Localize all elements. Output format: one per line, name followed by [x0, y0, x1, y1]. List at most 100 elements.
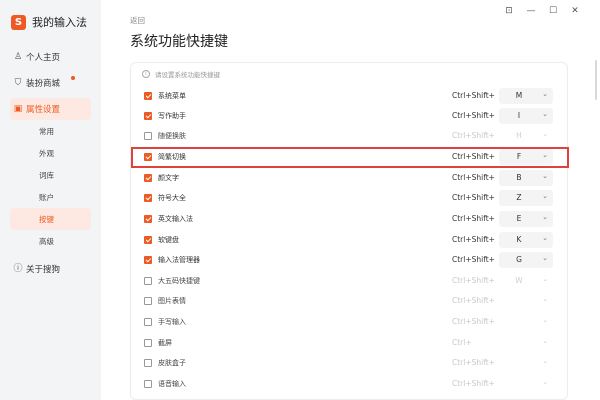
- key-select[interactable]: M ⌄: [499, 88, 553, 104]
- shortcut-checkbox[interactable]: [144, 92, 152, 100]
- scrollbar[interactable]: [595, 60, 597, 100]
- shortcut-label: 手写输入: [158, 318, 186, 326]
- shortcut-label: 写作助手: [158, 112, 186, 120]
- shortcut-modifier: Ctrl+Shift+: [452, 317, 495, 326]
- key-select[interactable]: ⌄: [499, 335, 553, 351]
- shortcut-row: 图片表情 Ctrl+Shift+ ⌄: [130, 292, 568, 312]
- chevron-down-icon: ⌄: [542, 130, 548, 138]
- minimize-icon[interactable]: —: [520, 4, 542, 18]
- shirt-icon: ⛉: [14, 78, 22, 88]
- shortcut-label: 系统菜单: [158, 92, 186, 100]
- key-select[interactable]: H ⌄: [499, 128, 553, 144]
- shortcut-label: 随便换肤: [158, 132, 186, 140]
- chevron-down-icon: ⌄: [542, 337, 548, 345]
- key-select[interactable]: ⌄: [499, 376, 553, 392]
- shortcut-label: 输入法管理器: [158, 256, 200, 264]
- close-icon[interactable]: ✕: [564, 4, 586, 18]
- app-title: 我的输入法: [32, 16, 87, 29]
- shortcut-checkbox[interactable]: [144, 339, 152, 347]
- window-controls: ⊡ — ☐ ✕: [498, 4, 586, 18]
- highlight-box: [131, 147, 569, 168]
- shortcut-modifier: Ctrl+Shift+: [452, 111, 495, 120]
- shortcut-row: 系统菜单 Ctrl+Shift+ M ⌄: [130, 87, 568, 107]
- sidebar: S 我的输入法 ♙ 个人主页 ⛉ 装扮商城 ▣ 属性设置 常用 外观 词库 账户…: [0, 0, 101, 400]
- sidebar-subitem-account[interactable]: 账户: [10, 186, 91, 208]
- key-value: E: [516, 214, 522, 223]
- shortcut-checkbox[interactable]: [144, 256, 152, 264]
- shortcut-checkbox[interactable]: [144, 174, 152, 182]
- key-select[interactable]: W ⌄: [499, 273, 553, 289]
- key-select[interactable]: ⌄: [499, 314, 553, 330]
- shortcut-row: 随便换肤 Ctrl+Shift+ H ⌄: [130, 127, 568, 147]
- chevron-down-icon: ⌄: [542, 275, 548, 283]
- brand: S 我的输入法: [11, 14, 87, 30]
- page-title: 系统功能快捷键: [130, 34, 228, 50]
- shortcut-label: 颜文字: [158, 174, 179, 182]
- chevron-down-icon: ⌄: [542, 316, 548, 324]
- sidebar-item-label: 关于搜狗: [26, 265, 61, 275]
- user-icon: ♙: [13, 52, 23, 62]
- chevron-down-icon: ⌄: [542, 90, 548, 98]
- shortcut-modifier: Ctrl+Shift+: [452, 255, 495, 264]
- shortcut-row: 软键盘 Ctrl+Shift+ K ⌄: [130, 231, 568, 251]
- chevron-down-icon: ⌄: [542, 172, 548, 180]
- sidebar-subitem-advanced[interactable]: 高级: [10, 230, 91, 252]
- key-select[interactable]: B ⌄: [499, 170, 553, 186]
- bulb-icon: i: [142, 70, 150, 78]
- shortcut-modifier: Ctrl+Shift+: [452, 91, 495, 100]
- sidebar-item-label: 属性设置: [26, 105, 61, 115]
- shortcut-modifier: Ctrl+Shift+: [452, 214, 495, 223]
- shortcut-checkbox[interactable]: [144, 132, 152, 140]
- key-select[interactable]: ⌄: [499, 355, 553, 371]
- shortcut-checkbox[interactable]: [144, 359, 152, 367]
- shortcut-checkbox[interactable]: [144, 277, 152, 285]
- chevron-down-icon: ⌄: [542, 192, 548, 200]
- shortcut-row: 符号大全 Ctrl+Shift+ Z ⌄: [130, 189, 568, 209]
- key-select[interactable]: Z ⌄: [499, 190, 553, 206]
- shortcut-checkbox[interactable]: [144, 112, 152, 120]
- sidebar-item-profile[interactable]: ♙ 个人主页: [10, 46, 91, 68]
- shortcut-checkbox[interactable]: [144, 380, 152, 388]
- shortcut-label: 大五码快捷键: [158, 277, 200, 285]
- key-value: M: [515, 91, 523, 100]
- shortcut-checkbox[interactable]: [144, 236, 152, 244]
- shortcut-label: 语音输入: [158, 380, 186, 388]
- shortcut-row: 输入法管理器 Ctrl+Shift+ G ⌄: [130, 251, 568, 271]
- shortcut-label: 英文输入法: [158, 215, 193, 223]
- shortcut-checkbox[interactable]: [144, 318, 152, 326]
- key-select[interactable]: E ⌄: [499, 211, 553, 227]
- shortcut-checkbox[interactable]: [144, 215, 152, 223]
- shortcut-checkbox[interactable]: [144, 194, 152, 202]
- key-value: K: [516, 235, 522, 244]
- sidebar-item-label: 装扮商城: [26, 79, 61, 89]
- sidebar-subitem-appearance[interactable]: 外观: [10, 142, 91, 164]
- chevron-down-icon: ⌄: [542, 234, 548, 242]
- shortcut-modifier: Ctrl+Shift+: [452, 379, 495, 388]
- key-select[interactable]: I ⌄: [499, 108, 553, 124]
- notification-dot: [71, 76, 75, 80]
- key-value: B: [516, 173, 522, 182]
- sidebar-subitem-common[interactable]: 常用: [10, 120, 91, 142]
- chevron-down-icon: ⌄: [542, 254, 548, 262]
- key-select[interactable]: G ⌄: [499, 252, 553, 268]
- sidebar-item-store[interactable]: ⛉ 装扮商城: [10, 72, 91, 94]
- shortcut-modifier: Ctrl+Shift+: [452, 235, 495, 244]
- maximize-icon[interactable]: ☐: [542, 4, 564, 18]
- shortcut-checkbox[interactable]: [144, 297, 152, 305]
- back-link[interactable]: 返回: [130, 15, 145, 26]
- sidebar-subitem-dictionary[interactable]: 词库: [10, 164, 91, 186]
- shortcut-label: 图片表情: [158, 297, 186, 305]
- sidebar-item-about[interactable]: ⓘ 关于搜狗: [10, 258, 91, 280]
- key-select[interactable]: K ⌄: [499, 232, 553, 248]
- shortcut-label: 软键盘: [158, 236, 179, 244]
- shortcut-modifier: Ctrl+Shift+: [452, 131, 495, 140]
- settings-icon: ▣: [13, 104, 23, 114]
- shortcut-modifier: Ctrl+Shift+: [452, 193, 495, 202]
- sidebar-item-settings[interactable]: ▣ 属性设置: [10, 98, 91, 120]
- pin-icon[interactable]: ⊡: [498, 4, 520, 18]
- shortcut-row: 颜文字 Ctrl+Shift+ B ⌄: [130, 169, 568, 189]
- key-value: Z: [516, 193, 522, 202]
- sidebar-subitem-keys[interactable]: 按键: [10, 208, 91, 230]
- sidebar-item-label: 个人主页: [26, 53, 61, 63]
- key-select[interactable]: ⌄: [499, 293, 553, 309]
